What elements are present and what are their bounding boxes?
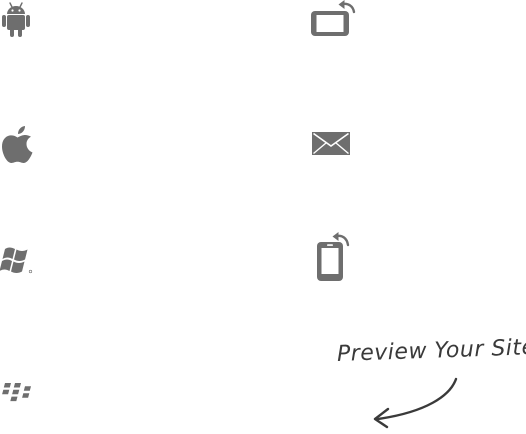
blackberry-icon[interactable]: [0, 381, 33, 405]
windows-icon[interactable]: [0, 246, 34, 276]
android-icon[interactable]: [1, 2, 31, 38]
apple-icon[interactable]: [1, 125, 34, 164]
rotate-phone-icon[interactable]: [314, 232, 354, 282]
envelope-icon[interactable]: [311, 131, 351, 156]
rotate-tablet-icon[interactable]: [308, 0, 358, 38]
curved-arrow-icon: [366, 376, 462, 430]
preview-your-site-label[interactable]: Preview Your Site: [337, 335, 526, 367]
